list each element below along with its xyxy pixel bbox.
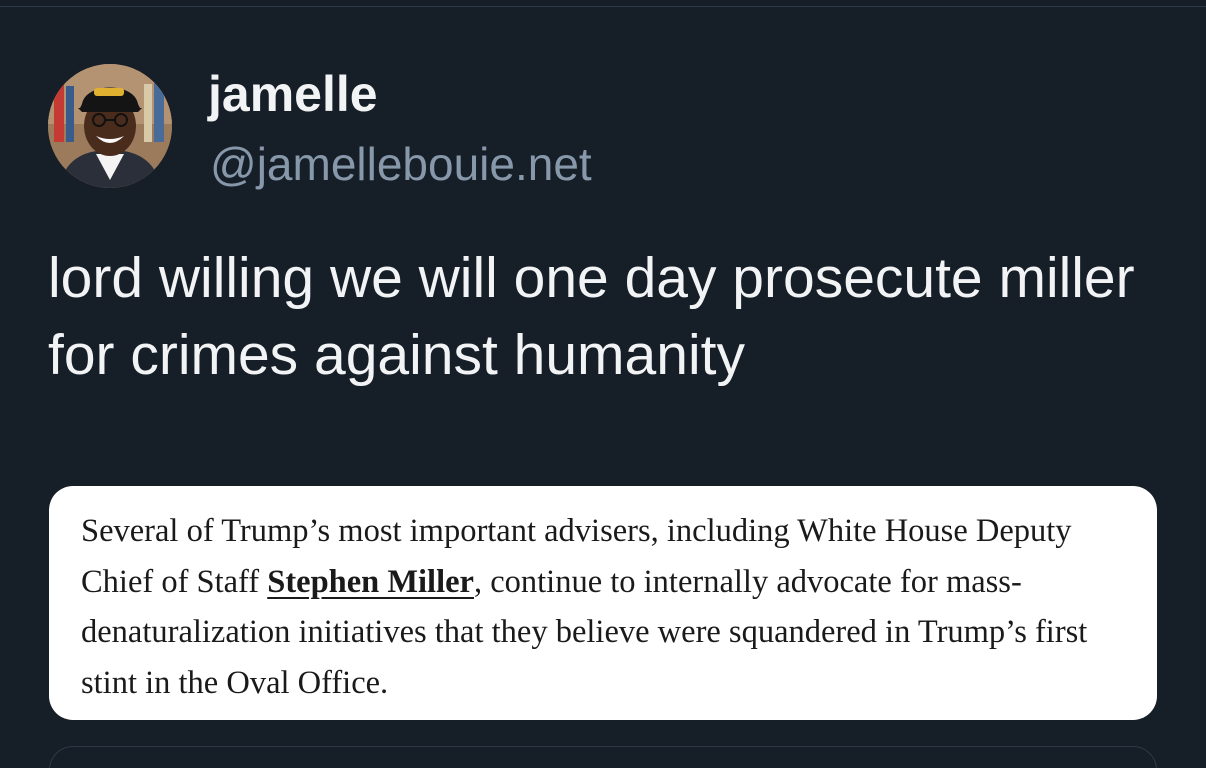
post-text: lord willing we will one day prosecute m… <box>48 246 1135 387</box>
author-handle[interactable]: @jamellebouie.net <box>210 134 592 194</box>
quote-image-text: Several of Trump’s most important advise… <box>81 506 1127 708</box>
post-view: jamelle @jamellebouie.net lord willing w… <box>0 0 1206 768</box>
user-avatar-photo-icon <box>48 64 172 188</box>
top-divider <box>0 6 1206 7</box>
next-embed-card[interactable] <box>49 746 1157 768</box>
quote-image-card[interactable]: Several of Trump’s most important advise… <box>49 486 1157 720</box>
quote-link-stephen-miller: Stephen Miller <box>267 563 474 600</box>
author-display-name[interactable]: jamelle <box>208 62 378 126</box>
author-avatar[interactable] <box>48 64 172 188</box>
